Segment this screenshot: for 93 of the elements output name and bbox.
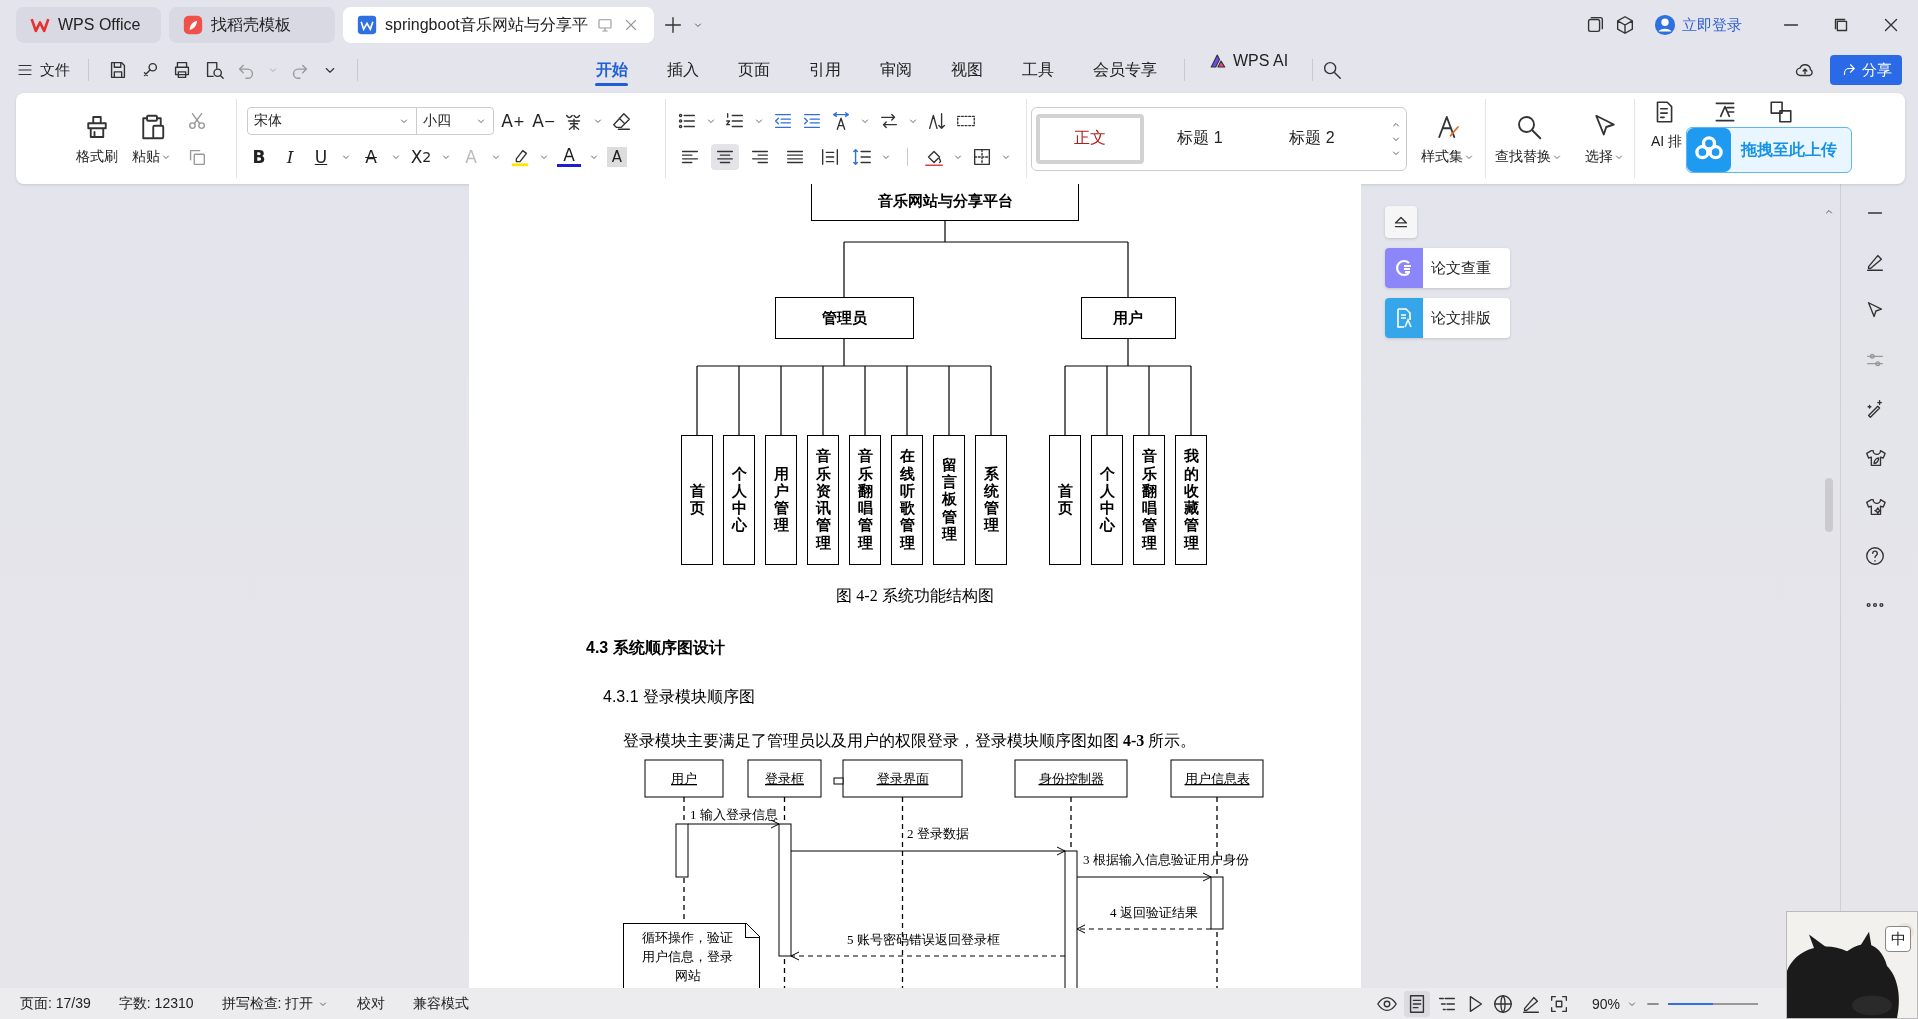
ai-logo-icon	[1209, 52, 1227, 70]
participant-label: 用户	[671, 771, 697, 786]
ribbon-tab[interactable]: 会员专享	[1073, 52, 1176, 88]
help-icon[interactable]	[1864, 545, 1886, 567]
search-icon[interactable]	[1321, 59, 1344, 81]
paste-button[interactable]: 粘贴	[132, 111, 172, 166]
italic-format-button[interactable]: I	[278, 144, 302, 169]
chart-node: 用户	[1080, 297, 1176, 339]
activation-bar	[675, 823, 689, 878]
shirt-leaf-icon[interactable]	[1864, 447, 1886, 469]
shirt-sparkle-icon[interactable]	[1864, 496, 1886, 518]
chart-node: 留言板管理	[933, 435, 965, 565]
upload-label: 拖拽至此上传	[1741, 139, 1837, 160]
shading-format-button[interactable]: A	[607, 146, 627, 167]
style-option[interactable]: 标题 1	[1144, 112, 1256, 165]
color-format-button[interactable]: A	[557, 146, 581, 167]
participant-label: 登录框	[765, 771, 804, 786]
chart-node: 我的收藏管理	[1175, 435, 1207, 565]
strike-format-button[interactable]: A	[359, 144, 383, 169]
underline-format-button[interactable]: U	[309, 144, 333, 169]
collapse-button[interactable]	[1385, 206, 1417, 238]
spell-check-button[interactable]: 拼写检查: 打开	[221, 994, 330, 1013]
chart-node: 在线听歌管理	[891, 435, 923, 565]
document-logo-icon	[357, 15, 377, 35]
ribbon-tab[interactable]: 视图	[931, 52, 1002, 88]
leaf-logo-icon	[183, 15, 203, 35]
ribbon-tab[interactable]: 工具	[1002, 52, 1073, 88]
login-button[interactable]: 立即登录	[1654, 14, 1742, 36]
chart-node: 管理员	[774, 297, 914, 339]
input-mode-button[interactable]: 中	[1885, 926, 1911, 952]
participant-label: 登录界面	[876, 771, 929, 786]
chart-node: 音乐网站与分享平台	[811, 184, 1079, 221]
message-label: 3 根据输入信息验证用户身份	[1083, 852, 1249, 867]
chart-node: 音乐翻唱管理	[849, 435, 881, 565]
shapes-icon[interactable]	[1768, 99, 1795, 125]
style-option[interactable]: 正文	[1036, 113, 1144, 164]
ribbon-tab[interactable]: 审阅	[860, 52, 931, 88]
subsection-heading: 4.3.1 登录模块顺序图	[603, 687, 757, 707]
font-size-dropdown[interactable]: 小四	[417, 107, 493, 134]
ribbon-tab[interactable]: 页面	[718, 52, 789, 88]
zoom-slider[interactable]	[1668, 1002, 1758, 1005]
scrollbar-thumb[interactable]	[1825, 478, 1833, 532]
chart-node: 音乐资讯管理	[807, 435, 839, 565]
bold-format-button[interactable]: B	[247, 144, 271, 169]
cloud-icon	[1687, 128, 1731, 172]
participant-label: 身份控制器	[1038, 771, 1104, 786]
globe-icon[interactable]	[1491, 992, 1514, 1015]
port-mark	[833, 777, 844, 785]
side-panel-button[interactable]: 论文排版	[1385, 298, 1510, 338]
message-label: 5 账号密码错误返回登录框	[847, 932, 1000, 947]
chart-node: 系统管理	[975, 435, 1007, 565]
file-menu-button[interactable]: 文件	[16, 60, 70, 80]
chart-node: 音乐翻唱管理	[1133, 435, 1165, 565]
input-method-widget[interactable]: 中	[1786, 911, 1918, 1019]
page-view-button[interactable]	[1403, 990, 1430, 1017]
section-heading: 4.3 系统顺序图设计	[586, 638, 726, 658]
chart-node: 用户管理	[765, 435, 797, 565]
message-label: 2 登录数据	[907, 826, 969, 841]
side-panel-button[interactable]: 论文查重	[1385, 248, 1510, 288]
cube-icon[interactable]	[1614, 14, 1636, 36]
style-option[interactable]: 标题 2	[1256, 112, 1368, 165]
figure-caption: 图 4-2 系统功能结构图	[835, 586, 995, 606]
compatibility-mode: 兼容模式	[413, 994, 470, 1013]
format-painter-button[interactable]: 格式刷	[76, 111, 118, 166]
note-text: 循环操作，验证用户信息，登录网站	[623, 923, 760, 988]
message-label: 4 返回验证结果	[1110, 905, 1198, 920]
ai-layout-button[interactable]: AI 排	[1651, 99, 1683, 151]
body-paragraph: 登录模块主要满足了管理员以及用户的权限登录，登录模块顺序图如图 4-3 所示。	[623, 731, 1198, 751]
message-label: 1 输入登录信息	[690, 807, 778, 822]
font-name-dropdown[interactable]: 宋体	[248, 107, 417, 134]
ribbon-tab[interactable]: 引用	[789, 52, 860, 88]
zoom-level[interactable]: 90%	[1591, 995, 1620, 1012]
activation-bar	[1210, 876, 1224, 930]
proofread-button[interactable]: 校对	[357, 994, 386, 1013]
select-button[interactable]: 选择	[1585, 111, 1625, 166]
chart-node: 首页	[1049, 435, 1081, 565]
ribbon-tab[interactable]: 开始	[576, 52, 647, 88]
avatar-icon	[1654, 14, 1676, 36]
chart-node: 个人中心	[723, 435, 755, 565]
chart-node: 首页	[681, 435, 713, 565]
share-button[interactable]: 分享	[1830, 55, 1902, 85]
align-button[interactable]	[711, 143, 739, 170]
chart-node: 个人中心	[1091, 435, 1123, 565]
ribbon-tab[interactable]: 插入	[647, 52, 718, 88]
style-set-button[interactable]: 样式集	[1421, 111, 1475, 166]
ai-tab[interactable]: WPS AI	[1193, 52, 1305, 88]
document-tab[interactable]: WPS Office	[16, 7, 161, 43]
page-count: 页面: 17/39	[20, 994, 91, 1013]
participant-label: 用户信息表	[1184, 771, 1250, 786]
find-replace-button[interactable]: 查找替换	[1495, 111, 1563, 166]
word-count: 字数: 12310	[118, 994, 194, 1013]
text-direction-icon[interactable]	[830, 109, 852, 132]
document-tab[interactable]: 找稻壳模板	[169, 7, 335, 43]
